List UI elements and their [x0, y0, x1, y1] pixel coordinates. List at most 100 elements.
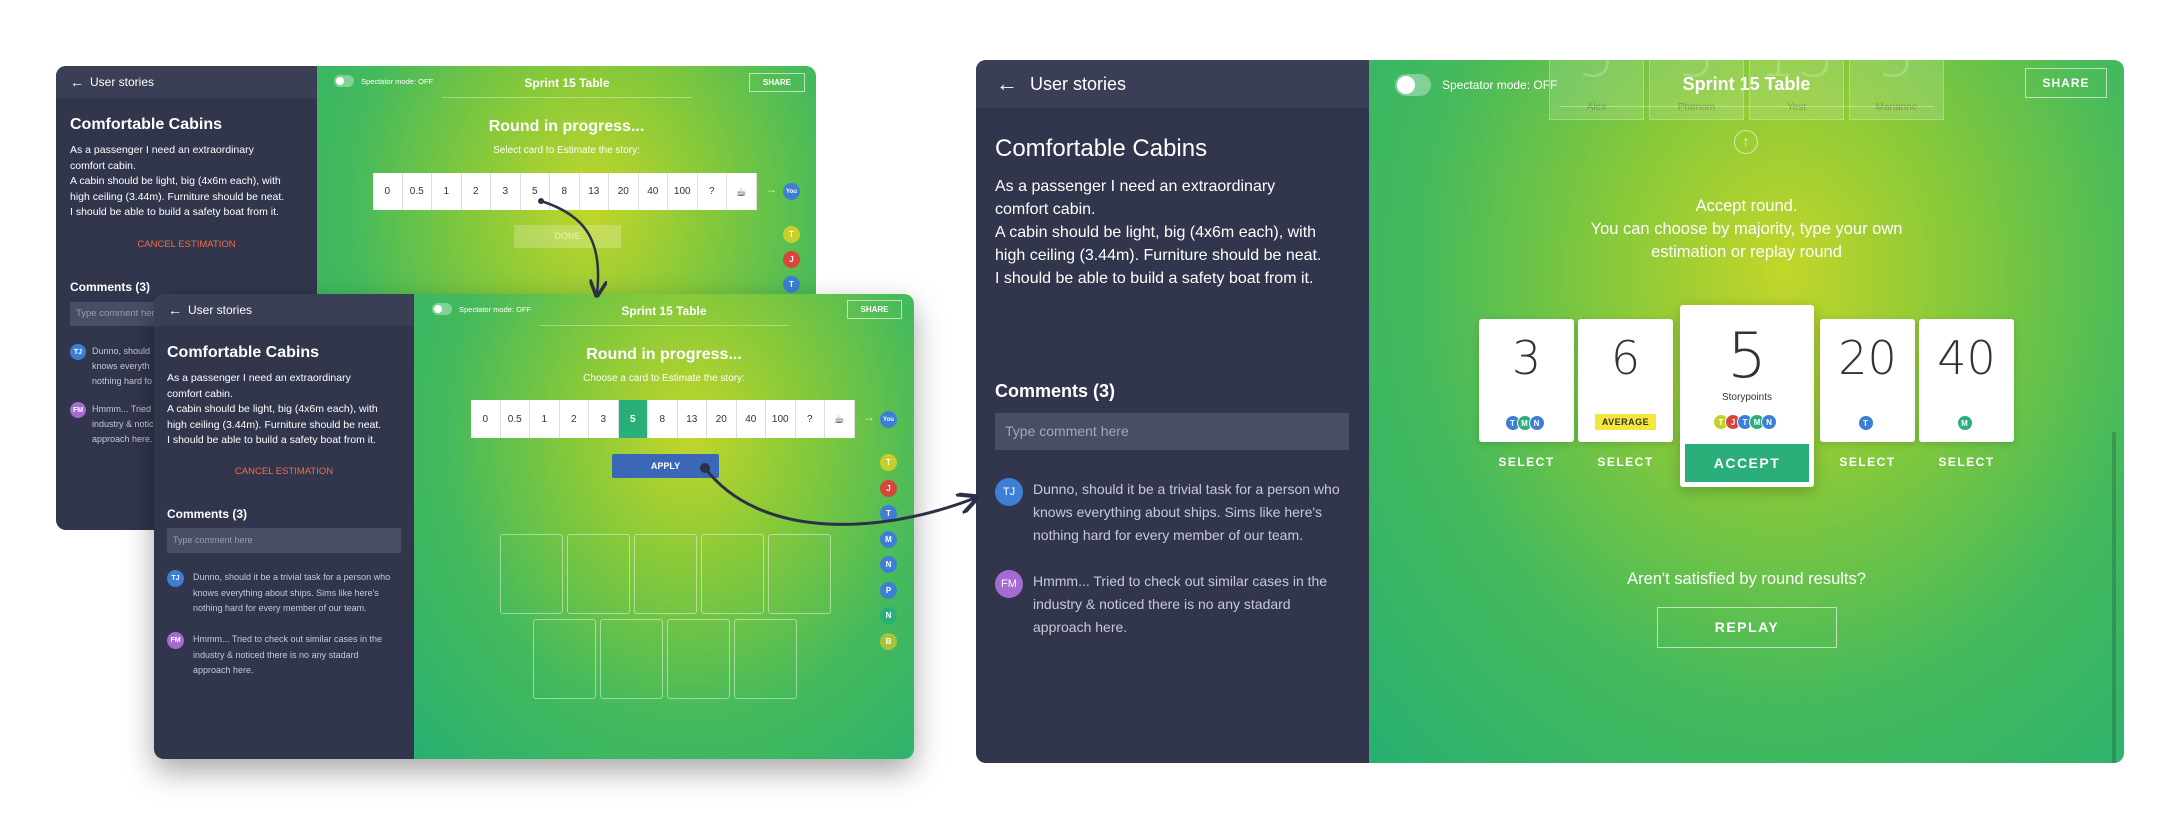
table-area: 5Alex 5Phenom 13Yest 5Marianne Spectator…: [1369, 60, 2124, 763]
deck-card[interactable]: 20: [609, 173, 639, 210]
avatar: TJ: [70, 344, 86, 360]
toggle-switch[interactable]: [334, 75, 354, 87]
deck-card[interactable]: 8: [550, 173, 580, 210]
spectator-toggle[interactable]: Spectator mode: OFF: [334, 75, 433, 87]
back-label[interactable]: User stories: [1030, 74, 1126, 95]
deck-card[interactable]: 1: [530, 400, 560, 438]
avatar: FM: [995, 570, 1023, 598]
card-slot: [768, 534, 831, 614]
comment-input[interactable]: Type comment here: [995, 413, 1349, 450]
comments-header: Comments (3): [167, 507, 248, 521]
comments-header: Comments (3): [70, 280, 151, 294]
table-area: Spectator mode: OFF Sprint 15 Table SHAR…: [414, 294, 914, 759]
deck-card[interactable]: 13: [579, 173, 609, 210]
player-avatar: T: [783, 226, 800, 243]
table-name: Sprint 15 Table: [621, 304, 707, 318]
accept-instructions: Accept round. You can choose by majority,…: [1590, 197, 1903, 261]
deck-card[interactable]: 40: [736, 400, 766, 438]
result-card[interactable]: 20 T: [1820, 319, 1915, 442]
result-card[interactable]: 6 AVERAGE: [1578, 319, 1673, 442]
player-avatar: J: [880, 479, 897, 497]
card-slot: [600, 619, 663, 699]
deck-card[interactable]: 100: [766, 400, 796, 438]
deck-card[interactable]: 2: [559, 400, 589, 438]
select-button[interactable]: SELECT: [1479, 455, 1574, 469]
back-arrow-icon[interactable]: ←: [70, 74, 84, 90]
story-title: Comfortable Cabins: [995, 135, 1208, 162]
scrollbar[interactable]: [2112, 432, 2116, 763]
comment-item: FM Hmmm... Tried to check out similar ca…: [995, 570, 1327, 639]
apply-button[interactable]: APPLY: [612, 454, 719, 478]
player-avatar: T: [783, 276, 800, 293]
share-button[interactable]: SHARE: [847, 300, 902, 319]
accept-button[interactable]: ACCEPT: [1685, 444, 1809, 482]
deck-card[interactable]: 13: [677, 400, 707, 438]
toggle-switch[interactable]: [1395, 74, 1431, 96]
estimate-deck: 0 0.5 1 2 3 5 8 13 20 40 100 ? ☕: [373, 173, 757, 210]
deck-card[interactable]: 3: [491, 173, 521, 210]
share-button[interactable]: SHARE: [2025, 68, 2107, 98]
deck-card[interactable]: 0: [471, 400, 501, 438]
select-button[interactable]: SELECT: [1919, 455, 2014, 469]
toggle-switch[interactable]: [432, 303, 452, 315]
back-arrow-icon[interactable]: ←: [168, 302, 182, 318]
table-name: Sprint 15 Table: [1682, 74, 1811, 94]
deck-card[interactable]: 0.5: [402, 173, 432, 210]
screen-front: ← User stories Comfortable Cabins As a p…: [154, 294, 914, 759]
round-subtitle: Select card to Estimate the story:: [493, 145, 640, 156]
deck-card-selected[interactable]: 5: [618, 400, 648, 438]
voter-avatar: N: [1761, 414, 1777, 430]
sidebar: ← User stories Comfortable Cabins As a p…: [154, 294, 414, 759]
spectator-label: Spectator mode: OFF: [1442, 78, 1558, 92]
deck-card[interactable]: 8: [648, 400, 678, 438]
deck-card[interactable]: ?: [697, 173, 727, 210]
result-card[interactable]: 40 M: [1919, 319, 2014, 442]
back-label[interactable]: User stories: [188, 303, 252, 317]
player-avatar: N: [880, 607, 897, 624]
arrow-up-circle-icon[interactable]: ↑: [1734, 130, 1758, 154]
story-description: As a passenger I need an extraordinary co…: [995, 178, 1322, 287]
sidebar-header[interactable]: ← User stories: [976, 60, 1369, 108]
sidebar-header[interactable]: ← User stories: [56, 66, 317, 98]
share-button[interactable]: SHARE: [749, 73, 805, 92]
replay-question: Aren't satisfied by round results?: [1627, 570, 1866, 588]
select-button[interactable]: SELECT: [1578, 455, 1673, 469]
spectator-toggle[interactable]: Spectator mode: OFF: [1395, 74, 1557, 96]
comments-header: Comments (3): [995, 381, 1116, 401]
deck-card[interactable]: 0.5: [500, 400, 530, 438]
you-avatar: You: [783, 183, 800, 200]
player-avatar: P: [880, 581, 897, 599]
sidebar-header[interactable]: ← User stories: [154, 294, 414, 326]
coffee-cup-icon[interactable]: ☕: [825, 400, 855, 438]
card-slot: [734, 619, 797, 699]
cancel-estimation-link[interactable]: CANCEL ESTIMATION: [56, 239, 317, 250]
back-arrow-icon[interactable]: ←: [996, 71, 1018, 97]
player-avatar: M: [880, 530, 897, 548]
replay-button[interactable]: REPLAY: [1657, 607, 1837, 648]
deck-card[interactable]: 20: [707, 400, 737, 438]
round-subtitle: Choose a card to Estimate the story:: [583, 373, 745, 384]
result-card[interactable]: 3 T M N: [1479, 319, 1574, 442]
comment-item: FM Hmmm... Tried to check out similar ca…: [167, 632, 382, 679]
cancel-estimation-link[interactable]: CANCEL ESTIMATION: [154, 466, 414, 477]
back-label[interactable]: User stories: [90, 75, 154, 89]
deck-card[interactable]: 40: [638, 173, 668, 210]
spectator-toggle[interactable]: Spectator mode: OFF: [432, 303, 531, 315]
deck-card[interactable]: 2: [461, 173, 491, 210]
comment-item: TJ Dunno, should it be a trivial task fo…: [995, 478, 1340, 547]
story-description: As a passenger I need an extraordinary co…: [167, 372, 382, 446]
select-button[interactable]: SELECT: [1820, 455, 1915, 469]
deck-card[interactable]: 3: [589, 400, 619, 438]
deck-card[interactable]: 5: [520, 173, 550, 210]
comment-input[interactable]: Type comment here: [167, 528, 401, 553]
card-slot: [567, 534, 630, 614]
estimate-deck: 0 0.5 1 2 3 5 8 13 20 40 100 ? ☕: [471, 400, 855, 438]
deck-card[interactable]: 1: [432, 173, 462, 210]
deck-card[interactable]: 0: [373, 173, 403, 210]
result-card-selected[interactable]: 5 Storypoints T J T M N ACCEPT: [1680, 305, 1814, 487]
deck-card[interactable]: 100: [668, 173, 698, 210]
done-button[interactable]: DONE: [514, 225, 621, 248]
deck-card[interactable]: ?: [795, 400, 825, 438]
coffee-cup-icon[interactable]: ☕: [727, 173, 757, 210]
player-avatar: T: [880, 505, 897, 522]
